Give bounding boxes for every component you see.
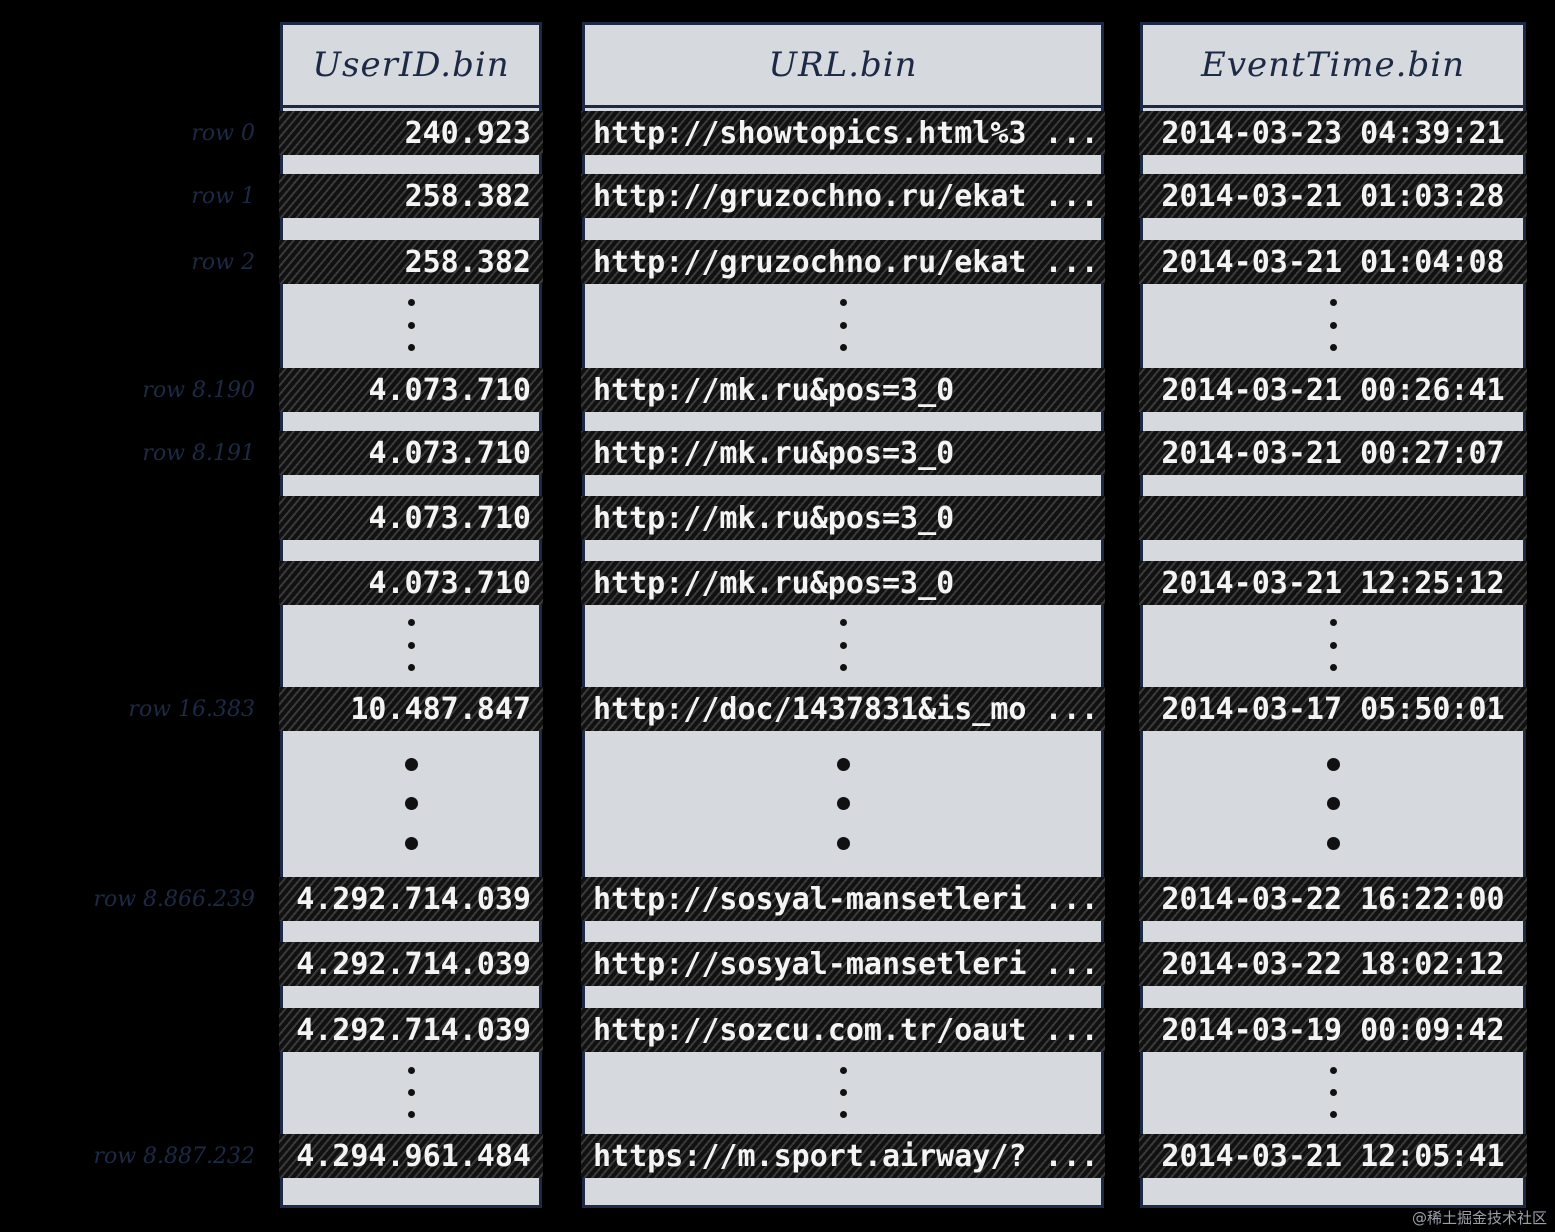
dot (407, 1111, 415, 1118)
data-row: 2014-03-21 00:27:07 (1139, 431, 1527, 475)
dot (836, 797, 850, 810)
dot (407, 663, 415, 671)
data-row: http://gruzochno.ru/ekat ... (581, 240, 1105, 284)
dot (1329, 1067, 1337, 1074)
dot (407, 619, 415, 627)
dot (1329, 321, 1337, 329)
ellipsis-dots (585, 731, 1101, 876)
ellipsis-dots (283, 1052, 539, 1133)
dot (407, 1089, 415, 1096)
dot (407, 1067, 415, 1074)
column-file-eventtime: EventTime.bin 2014-03-23 04:39:21 2014-03… (1139, 22, 1527, 1208)
dot (839, 619, 847, 627)
ellipsis-dots (283, 604, 539, 686)
data-row: 240.923 (279, 111, 543, 155)
data-row: 2014-03-19 00:09:42 (1139, 1008, 1527, 1052)
column-file-userid: UserID.bin 240.923 258.382 258.382 4.073.71… (279, 22, 543, 1208)
column-header: URL.bin (585, 25, 1101, 108)
data-row: 2014-03-21 01:04:08 (1139, 240, 1527, 284)
dot (1329, 343, 1337, 351)
dot (839, 343, 847, 351)
data-row: http://sozcu.com.tr/oaut ... (581, 1008, 1105, 1052)
data-row: 4.292.714.039 (279, 877, 543, 921)
data-row: 4.073.710 (279, 496, 543, 540)
dot (1329, 299, 1337, 307)
dot (1326, 757, 1340, 771)
row-label: row 16.383 (128, 696, 255, 722)
data-row: http://mk.ru&pos=3_0 (581, 368, 1105, 412)
data-row: 4.292.714.039 (279, 1008, 543, 1052)
data-row: 258.382 (279, 240, 543, 284)
dot (407, 641, 415, 649)
data-row: http://mk.ru&pos=3_0 (581, 496, 1105, 540)
data-row: 258.382 (279, 174, 543, 218)
column-header: EventTime.bin (1143, 25, 1523, 108)
row-label: row 8.887.232 (93, 1143, 255, 1169)
ellipsis-dots (585, 1052, 1101, 1133)
ellipsis-dots (283, 284, 539, 366)
dot (404, 797, 418, 810)
ellipsis-dots (585, 604, 1101, 686)
row-label: row 1 (191, 183, 255, 209)
data-row: http://mk.ru&pos=3_0 (581, 431, 1105, 475)
data-row: 2014-03-21 12:25:12 (1139, 561, 1527, 605)
ellipsis-dots (1143, 604, 1523, 686)
data-row: http://showtopics.html%3 ... (581, 111, 1105, 155)
dot (407, 299, 415, 307)
watermark: @稀土掘金技术社区 (1411, 1209, 1547, 1227)
dot (1329, 641, 1337, 649)
data-row: 4.292.714.039 (279, 942, 543, 986)
dot (836, 757, 850, 771)
dot (407, 321, 415, 329)
dot (404, 757, 418, 771)
data-row: http://doc/1437831&is_mo ... (581, 687, 1105, 731)
data-row: 2014-03-21 01:03:28 (1139, 174, 1527, 218)
data-row: http://sosyal-mansetleri ... (581, 942, 1105, 986)
dot (839, 321, 847, 329)
ellipsis-dots (1143, 284, 1523, 366)
data-row: 4.294.961.484 (279, 1134, 543, 1178)
dot (1329, 663, 1337, 671)
data-row: http://sosyal-mansetleri ... (581, 877, 1105, 921)
data-row: 2014-03-21 00:26:41 (1139, 368, 1527, 412)
data-row: https://m.sport.airway/? ... (581, 1134, 1105, 1178)
data-row: http://mk.ru&pos=3_0 (581, 561, 1105, 605)
row-label: row 8.190 (142, 377, 255, 403)
data-row: 2014-03-22 16:22:00 (1139, 877, 1527, 921)
ellipsis-dots (283, 731, 539, 876)
ellipsis-dots (1143, 1052, 1523, 1133)
row-label: row 2 (191, 249, 255, 275)
column-header: UserID.bin (283, 25, 539, 108)
dot (407, 343, 415, 351)
dot (839, 1067, 847, 1074)
column-file-url: URL.bin http://showtopics.html%3 ... http… (581, 22, 1105, 1208)
dot (1329, 1111, 1337, 1118)
dot (836, 836, 850, 850)
ellipsis-dots (1143, 731, 1523, 876)
dot (1329, 619, 1337, 627)
ellipsis-dots (585, 284, 1101, 366)
data-row: 2014-03-17 05:50:01 (1139, 687, 1527, 731)
data-row (1139, 496, 1527, 540)
data-row: 2014-03-22 18:02:12 (1139, 942, 1527, 986)
data-row: 10.487.847 (279, 687, 543, 731)
dot (404, 836, 418, 850)
dot (839, 663, 847, 671)
data-row: 2014-03-23 04:39:21 (1139, 111, 1527, 155)
dot (1329, 1089, 1337, 1096)
row-label: row 8.866.239 (93, 886, 255, 912)
row-label: row 0 (191, 120, 255, 146)
data-row: 4.073.710 (279, 561, 543, 605)
data-row: 4.073.710 (279, 431, 543, 475)
dot (839, 641, 847, 649)
data-row: 4.073.710 (279, 368, 543, 412)
dot (839, 1111, 847, 1118)
dot (1326, 836, 1340, 850)
row-label: row 8.191 (142, 440, 255, 466)
dot (839, 299, 847, 307)
data-row: http://gruzochno.ru/ekat ... (581, 174, 1105, 218)
dot (1326, 797, 1340, 810)
data-row: 2014-03-21 12:05:41 (1139, 1134, 1527, 1178)
dot (839, 1089, 847, 1096)
